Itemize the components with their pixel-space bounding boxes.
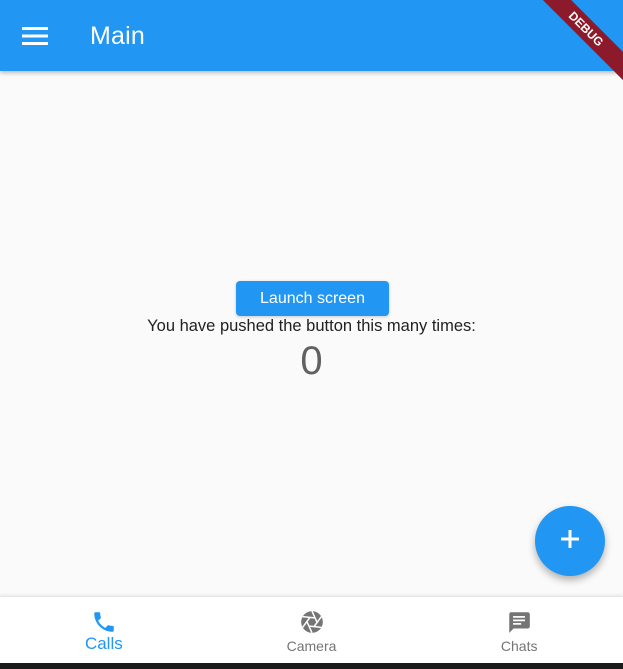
camera-aperture-icon — [299, 609, 325, 635]
nav-label-camera: Camera — [286, 638, 337, 654]
system-strip — [0, 663, 623, 669]
nav-label-calls: Calls — [84, 634, 123, 653]
menu-button[interactable] — [14, 15, 56, 57]
page-title: Main — [90, 22, 145, 50]
launch-screen-button[interactable]: Launch screen — [236, 281, 389, 316]
menu-icon — [22, 26, 48, 46]
chat-icon — [506, 609, 532, 635]
add-icon — [560, 529, 580, 554]
bottom-navigation: Calls Camera Chats — [0, 596, 623, 664]
app-screen: Main DEBUG Launch screen You have pushed… — [0, 0, 623, 669]
main-content: Launch screen You have pushed the button… — [0, 71, 623, 596]
app-bar: Main — [0, 0, 623, 71]
counter-value: 0 — [300, 339, 323, 383]
nav-label-chats: Chats — [500, 638, 538, 654]
nav-item-camera[interactable]: Camera — [208, 597, 416, 664]
phone-icon — [91, 609, 117, 635]
increment-fab[interactable] — [535, 506, 605, 576]
nav-item-chats[interactable]: Chats — [415, 597, 623, 664]
pushed-count-label: You have pushed the button this many tim… — [147, 317, 476, 335]
nav-item-calls[interactable]: Calls — [0, 597, 208, 664]
